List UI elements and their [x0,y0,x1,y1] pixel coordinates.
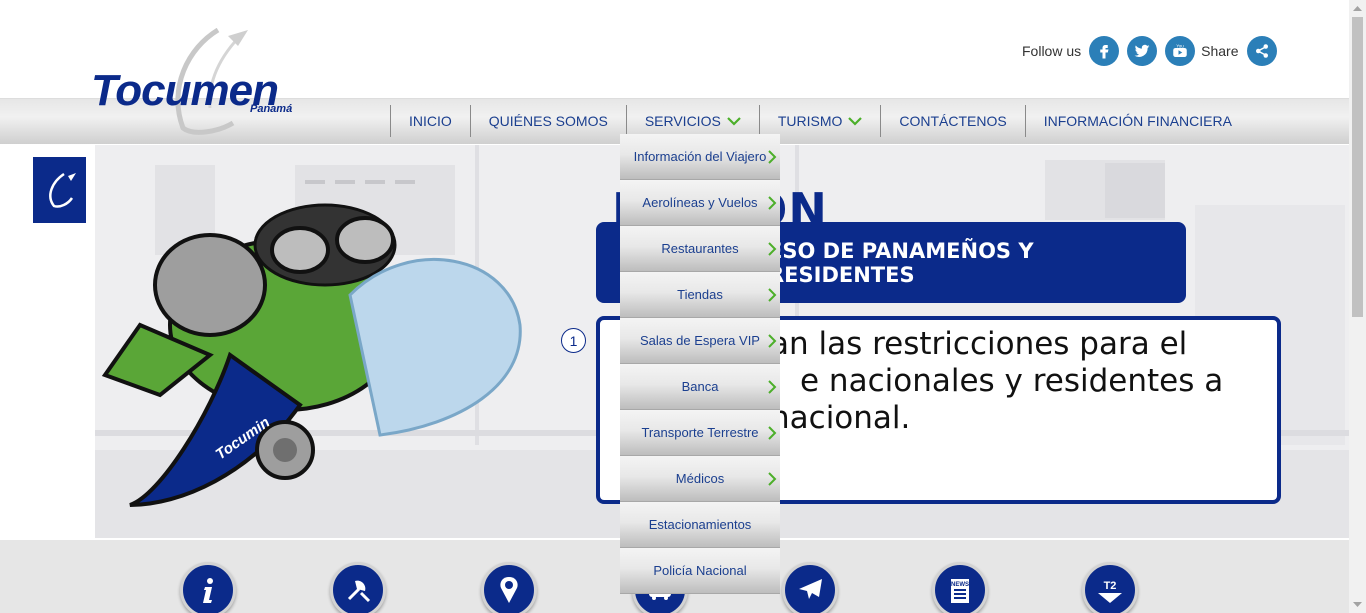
chevron-right-icon [768,426,777,440]
nav-item-turismo[interactable]: TURISMO [758,105,881,137]
youtube-icon[interactable]: You [1165,36,1196,66]
twitter-icon[interactable] [1127,36,1158,66]
chevron-down-icon [727,117,741,126]
info-icon[interactable] [180,562,236,613]
follow-us-label: Follow us [1022,43,1082,59]
servicios-dropdown: Información del Viajero Aerolíneas y Vue… [620,134,780,594]
nav-item-label: INICIO [409,113,452,129]
nav-item-label: CONTÁCTENOS [899,113,1007,129]
dropdown-item-label: Médicos [675,471,725,486]
dropdown-item-informacion-del-viajero[interactable]: Información del Viajero [620,134,780,180]
svg-text:NEWS: NEWS [951,582,969,588]
main-nav: INICIO QUIÉNES SOMOS SERVICIOS TURISMO C… [390,98,1250,144]
nav-item-label: TURISMO [777,113,843,129]
dropdown-item-label: Banca [681,379,719,394]
nav-item-label: SERVICIOS [644,113,721,129]
chevron-right-icon [768,380,777,394]
scroll-up-arrow-icon[interactable] [1349,0,1366,17]
dropdown-item-medicos[interactable]: Médicos [620,456,780,502]
dropdown-item-label: Restaurantes [661,241,739,256]
dropdown-item-salas-de-espera-vip[interactable]: Salas de Espera VIP [620,318,780,364]
tocumen-logo[interactable]: Tocumen Panamá [88,28,318,138]
chevron-right-icon [768,196,777,210]
scrollbar-thumb[interactable] [1352,17,1363,317]
nav-item-label: QUIÉNES SOMOS [488,113,608,129]
airplane-icon[interactable] [782,562,838,613]
t2-icon[interactable]: T2 [1082,562,1138,613]
dropdown-item-label: Salas de Espera VIP [640,333,760,348]
dropdown-item-label: Estacionamientos [648,517,752,532]
dropdown-item-restaurantes[interactable]: Restaurantes [620,226,780,272]
site-header: Tocumen Panamá Follow us You Share INICI… [0,0,1349,145]
location-icon[interactable] [481,562,537,613]
share-label: Share [1201,43,1239,59]
nav-item-servicios[interactable]: SERVICIOS [625,105,759,137]
social-links: Follow us You Share [1022,35,1281,67]
chevron-right-icon [768,150,777,164]
dropdown-item-policia-nacional[interactable]: Policía Nacional [620,548,780,594]
dropdown-item-label: Aerolíneas y Vuelos [642,195,758,210]
news-icon[interactable]: NEWS [932,562,988,613]
facebook-icon[interactable] [1089,36,1120,66]
chevron-right-icon [768,334,777,348]
hero-subtitle: ESO DE PANAMEÑOS Y RESIDENTES [768,238,1034,287]
scroll-down-arrow-icon[interactable] [1349,596,1366,613]
chevron-right-icon [768,242,777,256]
chevron-down-icon [848,117,863,126]
nav-item-inicio[interactable]: INICIO [390,105,470,137]
share-icon[interactable] [1246,36,1277,66]
tocumen-badge [33,157,86,223]
dropdown-item-estacionamientos[interactable]: Estacionamientos [620,502,780,548]
dropdown-item-tiendas[interactable]: Tiendas [620,272,780,318]
svg-text:You: You [1176,43,1184,48]
nav-item-label: INFORMACIÓN FINANCIERA [1043,113,1232,129]
dropdown-item-label: Policía Nacional [653,563,747,578]
dropdown-item-label: Transporte Terrestre [641,425,759,440]
logo-swoosh-icon [48,172,76,208]
chevron-right-icon [768,472,777,486]
dropdown-item-label: Información del Viajero [633,149,767,164]
dropdown-item-aerolineas-y-vuelos[interactable]: Aerolíneas y Vuelos [620,180,780,226]
svg-text:T2: T2 [1104,580,1117,592]
restaurant-icon[interactable] [330,562,386,613]
dropdown-item-transporte-terrestre[interactable]: Transporte Terrestre [620,410,780,456]
chevron-right-icon [768,288,777,302]
mascot-airplane-illustration: Tocumin [101,203,522,507]
page-scrollbar[interactable] [1349,0,1366,613]
nav-item-contactenos[interactable]: CONTÁCTENOS [880,105,1024,137]
logo-subtext: Panamá [250,103,293,115]
nav-item-informacion-financiera[interactable]: INFORMACIÓN FINANCIERA [1024,105,1250,137]
nav-item-quienes-somos[interactable]: QUIÉNES SOMOS [469,105,626,137]
dropdown-item-label: Tiendas [677,287,723,302]
step-number-badge: 1 [561,328,586,353]
dropdown-item-banca[interactable]: Banca [620,364,780,410]
